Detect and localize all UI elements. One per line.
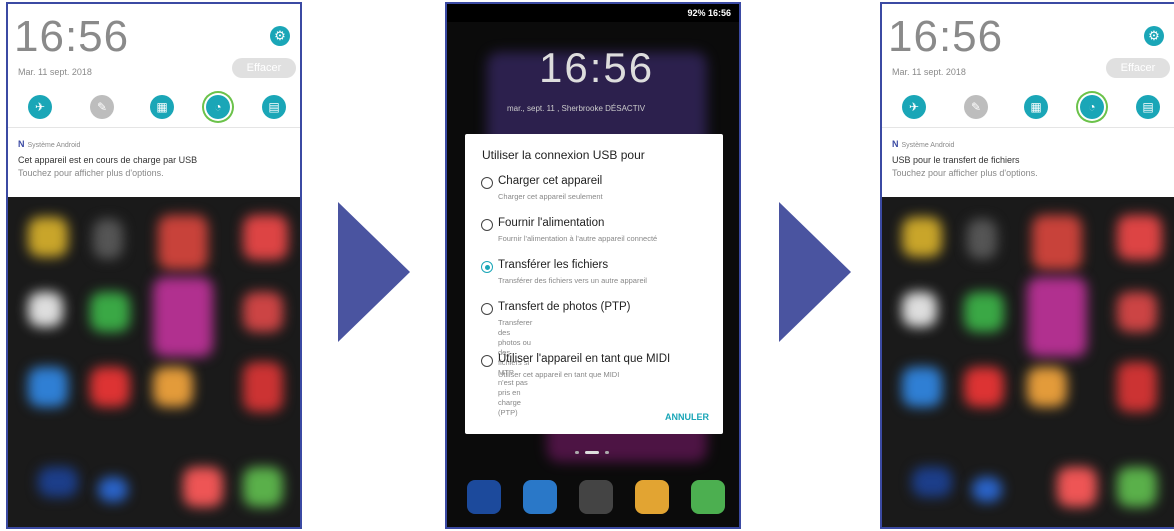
clock: 16:56 [888, 12, 1004, 61]
notification-shade: 16:56 Mar. 11 sept. 2018 ⚙ Effacer ✈ ✎ ▦… [882, 4, 1174, 127]
notification-subtitle: Touchez pour afficher plus d'options. [18, 168, 164, 178]
camera-icon[interactable] [523, 480, 557, 514]
usb-notification[interactable]: N Système Android Cet appareil est en cou… [8, 127, 300, 198]
notification-subtitle: Touchez pour afficher plus d'options. [892, 168, 1038, 178]
arrow-right-icon [338, 202, 410, 342]
option-label: Transfert de photos (PTP) [498, 301, 631, 313]
date: Mar. 11 sept. 2018 [18, 67, 92, 77]
status-bar: 92% 16:56 [447, 4, 739, 22]
option-description: Fournir l'alimentation à l'autre apparei… [498, 234, 658, 243]
arrow-right-icon [779, 202, 851, 342]
clear-button[interactable]: Effacer [1106, 58, 1170, 78]
airplane-icon[interactable]: ✈ [28, 95, 52, 119]
lock-clock: 16:56 [539, 44, 655, 91]
page-indicator [575, 451, 615, 455]
radio-button-selected[interactable] [481, 261, 493, 273]
radio-button[interactable] [481, 219, 493, 231]
data-usage-icon[interactable]: ◔ [1080, 95, 1104, 119]
radio-button[interactable] [481, 303, 493, 315]
data-usage-icon[interactable]: ◔ [206, 95, 230, 119]
maps-icon[interactable] [691, 480, 725, 514]
option-label: Charger cet appareil [498, 175, 603, 187]
option-description: Charger cet appareil seulement [498, 192, 603, 201]
radio-button[interactable] [481, 355, 493, 367]
option-description: Transférer des fichiers vers un autre ap… [498, 276, 647, 285]
android-logo-icon: N [18, 139, 25, 149]
phone-screen-3: 16:56 Mar. 11 sept. 2018 ⚙ Effacer ✈ ✎ ▦… [880, 2, 1174, 529]
notification-title: Cet appareil est en cours de charge par … [18, 155, 198, 165]
battery-status: 92% 16:56 [687, 8, 731, 18]
lock-date: mar., sept. 11 , Sherbrooke DÉSACTIV [507, 104, 646, 113]
option-label: Fournir l'alimentation [498, 217, 605, 229]
qr-scanner-icon[interactable]: ▦ [1024, 95, 1048, 119]
phone-screen-2: 92% 16:56 16:56 mar., sept. 11 , Sherbro… [445, 2, 741, 529]
notification-header: N Système Android [18, 139, 80, 149]
date: Mar. 11 sept. 2018 [892, 67, 966, 77]
phone-screen-1: 16:56 Mar. 11 sept. 2018 ⚙ Effacer ✈ ✎ ▦… [6, 2, 302, 529]
app-drawer-icon[interactable] [579, 480, 613, 514]
calculator-icon[interactable]: ▤ [262, 95, 286, 119]
notification-source: Système Android [901, 142, 955, 149]
notification-title: USB pour le transfert de fichiers [892, 155, 1020, 165]
notification-source: Système Android [27, 142, 81, 149]
notification-shade: 16:56 Mar. 11 sept. 2018 ⚙ Effacer ✈ ✎ ▦… [8, 4, 300, 127]
clock: 16:56 [14, 12, 130, 61]
chrome-icon[interactable] [635, 480, 669, 514]
option-description: Utiliser cet appareil en tant que MIDI [498, 370, 620, 379]
notification-header: N Système Android [892, 139, 954, 149]
option-description: Transferer des photos ou des fichiers si… [498, 318, 533, 417]
gear-icon[interactable]: ⚙ [1144, 26, 1164, 46]
cancel-button[interactable]: ANNULER [665, 412, 709, 422]
clear-button[interactable]: Effacer [232, 58, 296, 78]
flashlight-icon[interactable]: ✎ [964, 95, 988, 119]
messenger-icon[interactable] [467, 480, 501, 514]
blurred-home-screen [8, 197, 300, 527]
usb-notification[interactable]: N Système Android USB pour le transfert d… [882, 127, 1174, 198]
flashlight-icon[interactable]: ✎ [90, 95, 114, 119]
usb-mode-dialog: Utiliser la connexion USB pour Charger c… [465, 134, 723, 434]
gear-icon[interactable]: ⚙ [270, 26, 290, 46]
android-logo-icon: N [892, 139, 899, 149]
option-label: Transférer les fichiers [498, 259, 609, 271]
option-label: Utiliser l'appareil en tant que MIDI [498, 353, 671, 365]
calculator-icon[interactable]: ▤ [1136, 95, 1160, 119]
dialog-title: Utiliser la connexion USB pour [482, 148, 645, 162]
qr-scanner-icon[interactable]: ▦ [150, 95, 174, 119]
blurred-home-screen [882, 197, 1174, 527]
radio-button[interactable] [481, 177, 493, 189]
app-dock [447, 466, 739, 527]
airplane-icon[interactable]: ✈ [902, 95, 926, 119]
